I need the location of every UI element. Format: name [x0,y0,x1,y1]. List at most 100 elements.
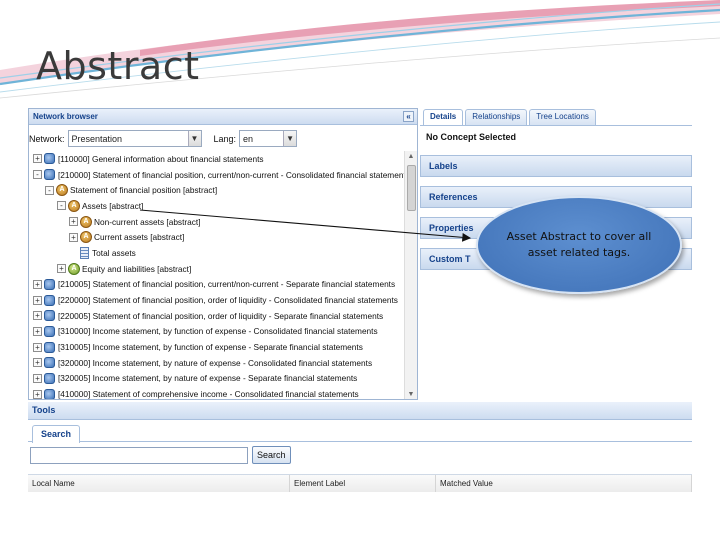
tree-row-label: [220000] Statement of financial position… [58,295,398,306]
network-icon [44,372,55,384]
collapse-node-icon[interactable]: - [33,170,42,180]
tree-row-label: [320000] Income statement, by nature of … [58,357,373,368]
column-header[interactable]: Element Label [290,475,436,492]
network-select[interactable]: Presentation ▼ [67,130,202,147]
details-tabs: Details Relationships Tree Locations [420,108,692,126]
expand-node-icon[interactable]: + [33,154,42,164]
tree-row[interactable]: + [310005] Income statement, by function … [29,339,405,355]
network-icon [44,169,55,181]
lang-select-value: en [243,133,254,144]
chevron-down-icon[interactable]: ▼ [283,131,297,146]
tools-title: Tools [32,405,56,415]
network-toolbar: Network: Presentation ▼ Lang: en ▼ [29,125,417,149]
tree-row-label: Current assets [abstract] [94,232,185,243]
tree-scrollbar[interactable]: ▲ ▼ [404,151,417,399]
abstract-element-icon: A [68,262,80,275]
abstract-element-icon: A [80,215,92,228]
tree-row-label: Assets [abstract] [82,200,144,211]
expand-node-icon[interactable]: + [33,373,42,383]
tree-row[interactable]: - A Statement of financial position [abstr… [29,182,405,198]
network-icon [44,153,55,165]
column-header[interactable]: Local Name [28,475,290,492]
lang-label: Lang: [213,133,237,144]
column-header[interactable]: Matched Value [436,475,692,492]
expand-node-icon[interactable]: + [33,311,42,321]
network-icon [44,310,55,322]
tools-header: Tools [28,402,692,420]
network-tree: + [110000] General information about fina… [29,151,405,400]
network-label: Network: [29,133,65,144]
network-icon [44,357,55,369]
tree-row-label: [110000] General information about finan… [58,153,264,164]
expand-node-icon[interactable]: + [33,326,42,336]
tab-search[interactable]: Search [32,425,81,443]
search-button[interactable]: Search [252,446,291,464]
tree-row[interactable]: - [210000] Statement of financial positio… [29,167,405,183]
tree-row-label: [220005] Statement of financial position… [58,310,384,321]
scroll-up-icon[interactable]: ▲ [405,151,417,163]
concept-status: No Concept Selected [426,132,517,142]
tree-row[interactable]: + [110000] General information about fina… [29,151,405,167]
tree-row[interactable]: + [310000] Income statement, by function … [29,324,405,340]
tree-row[interactable]: - A Assets [abstract] [29,198,405,214]
tree-row-label: [320005] Income statement, by nature of … [58,373,358,384]
network-select-value: Presentation [71,133,123,144]
slide-title: Abstract [36,44,200,88]
abstract-element-icon: A [68,199,80,212]
expand-node-icon[interactable]: + [33,295,42,305]
abstract-element-icon: A [56,184,68,197]
tree-row[interactable]: + [210005] Statement of financial positio… [29,277,405,293]
network-icon [44,341,55,353]
chevron-down-icon[interactable]: ▼ [187,131,201,146]
expand-node-icon[interactable]: + [57,264,66,274]
leaf-spacer [69,248,78,257]
callout-bubble: Asset Abstract to cover all asset relate… [476,196,682,294]
network-icon [44,388,55,399]
network-icon [44,325,55,337]
network-browser-panel: Network browser « Network: Presentation … [28,108,418,400]
tools-panel: Tools Search Search Local Name Element La… [28,402,692,492]
tree-row[interactable]: + [320000] Income statement, by nature of… [29,355,405,371]
abstract-element-icon: A [80,231,92,244]
tree-row[interactable]: + [220005] Statement of financial positio… [29,308,405,324]
tab-tree-locations[interactable]: Tree Locations [529,109,596,125]
tree-row[interactable]: Total assets [29,245,405,261]
tree-row[interactable]: + A Equity and liabilities [abstract] [29,261,405,277]
section-header[interactable]: Labels [420,155,692,177]
search-input[interactable] [30,446,248,464]
tree-row[interactable]: + A Non-current assets [abstract] [29,214,405,230]
tab-details[interactable]: Details [423,109,464,125]
tree-row[interactable]: + A Current assets [abstract] [29,229,405,245]
collapse-node-icon[interactable]: - [57,201,66,211]
tree-row-label: [310000] Income statement, by function o… [58,326,378,337]
tree-row-label: Total assets [92,247,136,258]
expand-node-icon[interactable]: + [33,358,42,368]
tree-row-label: [410000] Statement of comprehensive inco… [58,389,359,400]
network-icon [44,278,55,290]
lang-select[interactable]: en ▼ [239,130,298,147]
expand-node-icon[interactable]: + [33,389,42,399]
tools-tabs: Search [28,420,692,443]
tree-row-label: Statement of financial position [abstrac… [70,185,218,196]
results-header: Local Name Element Label Matched Value [28,474,692,492]
collapse-node-icon[interactable]: - [45,185,54,195]
tab-relationships[interactable]: Relationships [465,109,528,125]
tree-row-label: [210005] Statement of financial position… [58,279,396,290]
expand-node-icon[interactable]: + [69,217,78,227]
tree-row[interactable]: + [320005] Income statement, by nature of… [29,371,405,387]
network-icon [44,294,55,306]
collapse-panel-button[interactable]: « [403,111,414,122]
tree-row-label: [310005] Income statement, by function o… [58,342,363,353]
scroll-down-icon[interactable]: ▼ [405,389,417,399]
network-browser-title: Network browser [33,112,98,121]
search-row: Search [28,442,692,468]
scrollbar-thumb[interactable] [407,165,416,211]
expand-node-icon[interactable]: + [33,279,42,289]
tree-row-label: Non-current assets [abstract] [94,216,201,227]
tree-row-label: Equity and liabilities [abstract] [82,263,192,274]
expand-node-icon[interactable]: + [69,232,78,242]
tree-row-label: [210000] Statement of financial position… [58,169,405,180]
expand-node-icon[interactable]: + [33,342,42,352]
tree-row[interactable]: + [220000] Statement of financial positio… [29,292,405,308]
tree-row[interactable]: + [410000] Statement of comprehensive inc… [29,386,405,400]
